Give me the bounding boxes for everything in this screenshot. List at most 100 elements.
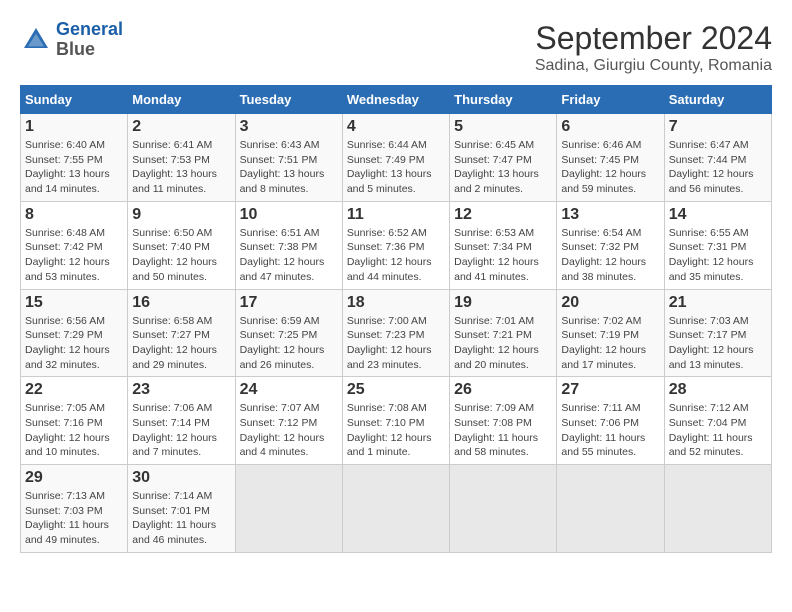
day-header-thursday: Thursday: [450, 86, 557, 114]
day-header-sunday: Sunday: [21, 86, 128, 114]
day-number: 15: [25, 294, 123, 312]
day-info: Sunrise: 7:06 AM Sunset: 7:14 PM Dayligh…: [132, 401, 230, 460]
calendar-week-row: 29 Sunrise: 7:13 AM Sunset: 7:03 PM Dayli…: [21, 465, 772, 553]
day-info: Sunrise: 6:47 AM Sunset: 7:44 PM Dayligh…: [669, 138, 767, 197]
calendar-cell: 20 Sunrise: 7:02 AM Sunset: 7:19 PM Dayli…: [557, 289, 664, 377]
day-info: Sunrise: 6:45 AM Sunset: 7:47 PM Dayligh…: [454, 138, 552, 197]
day-number: 5: [454, 118, 552, 136]
day-number: 12: [454, 206, 552, 224]
calendar-cell: 16 Sunrise: 6:58 AM Sunset: 7:27 PM Dayli…: [128, 289, 235, 377]
calendar-cell: 19Sunrise: 7:01 AM Sunset: 7:21 PM Dayli…: [450, 289, 557, 377]
day-number: 9: [132, 206, 230, 224]
calendar-week-row: 22 Sunrise: 7:05 AM Sunset: 7:16 PM Dayli…: [21, 377, 772, 465]
day-number: 3: [240, 118, 338, 136]
day-info: Sunrise: 6:48 AM Sunset: 7:42 PM Dayligh…: [25, 226, 123, 285]
day-number: 21: [669, 294, 767, 312]
day-number: 26: [454, 381, 552, 399]
day-info: Sunrise: 7:07 AM Sunset: 7:12 PM Dayligh…: [240, 401, 338, 460]
day-header-monday: Monday: [128, 86, 235, 114]
day-number: 6: [561, 118, 659, 136]
calendar-cell: 30 Sunrise: 7:14 AM Sunset: 7:01 PM Dayli…: [128, 465, 235, 553]
calendar-table: SundayMondayTuesdayWednesdayThursdayFrid…: [20, 85, 772, 553]
calendar-cell: 11Sunrise: 6:52 AM Sunset: 7:36 PM Dayli…: [342, 201, 449, 289]
day-number: 16: [132, 294, 230, 312]
day-number: 24: [240, 381, 338, 399]
calendar-cell: 10Sunrise: 6:51 AM Sunset: 7:38 PM Dayli…: [235, 201, 342, 289]
day-number: 22: [25, 381, 123, 399]
day-number: 27: [561, 381, 659, 399]
day-info: Sunrise: 6:50 AM Sunset: 7:40 PM Dayligh…: [132, 226, 230, 285]
day-number: 7: [669, 118, 767, 136]
day-info: Sunrise: 6:56 AM Sunset: 7:29 PM Dayligh…: [25, 314, 123, 373]
calendar-cell: 6 Sunrise: 6:46 AM Sunset: 7:45 PM Daylig…: [557, 114, 664, 202]
calendar-subtitle: Sadina, Giurgiu County, Romania: [535, 57, 772, 75]
day-info: Sunrise: 7:09 AM Sunset: 7:08 PM Dayligh…: [454, 401, 552, 460]
day-info: Sunrise: 6:41 AM Sunset: 7:53 PM Dayligh…: [132, 138, 230, 197]
day-number: 29: [25, 469, 123, 487]
day-number: 23: [132, 381, 230, 399]
calendar-cell: 9 Sunrise: 6:50 AM Sunset: 7:40 PM Daylig…: [128, 201, 235, 289]
day-info: Sunrise: 7:11 AM Sunset: 7:06 PM Dayligh…: [561, 401, 659, 460]
calendar-cell: 22 Sunrise: 7:05 AM Sunset: 7:16 PM Dayli…: [21, 377, 128, 465]
day-info: Sunrise: 6:52 AM Sunset: 7:36 PM Dayligh…: [347, 226, 445, 285]
calendar-cell: 21 Sunrise: 7:03 AM Sunset: 7:17 PM Dayli…: [664, 289, 771, 377]
day-info: Sunrise: 7:13 AM Sunset: 7:03 PM Dayligh…: [25, 489, 123, 548]
day-info: Sunrise: 7:02 AM Sunset: 7:19 PM Dayligh…: [561, 314, 659, 373]
calendar-title: September 2024: [535, 20, 772, 57]
calendar-cell: 18Sunrise: 7:00 AM Sunset: 7:23 PM Dayli…: [342, 289, 449, 377]
day-number: 17: [240, 294, 338, 312]
calendar-cell: 8 Sunrise: 6:48 AM Sunset: 7:42 PM Daylig…: [21, 201, 128, 289]
day-header-wednesday: Wednesday: [342, 86, 449, 114]
logo: GeneralBlue: [20, 20, 123, 60]
day-info: Sunrise: 7:00 AM Sunset: 7:23 PM Dayligh…: [347, 314, 445, 373]
day-number: 19: [454, 294, 552, 312]
calendar-week-row: 8 Sunrise: 6:48 AM Sunset: 7:42 PM Daylig…: [21, 201, 772, 289]
day-number: 28: [669, 381, 767, 399]
page-header: GeneralBlue September 2024 Sadina, Giurg…: [20, 20, 772, 75]
calendar-cell: 23 Sunrise: 7:06 AM Sunset: 7:14 PM Dayli…: [128, 377, 235, 465]
calendar-cell: 5 Sunrise: 6:45 AM Sunset: 7:47 PM Daylig…: [450, 114, 557, 202]
day-info: Sunrise: 6:46 AM Sunset: 7:45 PM Dayligh…: [561, 138, 659, 197]
day-header-friday: Friday: [557, 86, 664, 114]
day-info: Sunrise: 6:53 AM Sunset: 7:34 PM Dayligh…: [454, 226, 552, 285]
day-number: 30: [132, 469, 230, 487]
day-info: Sunrise: 6:54 AM Sunset: 7:32 PM Dayligh…: [561, 226, 659, 285]
calendar-cell: 29 Sunrise: 7:13 AM Sunset: 7:03 PM Dayli…: [21, 465, 128, 553]
logo-text: GeneralBlue: [56, 20, 123, 60]
calendar-cell: 4 Sunrise: 6:44 AM Sunset: 7:49 PM Daylig…: [342, 114, 449, 202]
day-number: 20: [561, 294, 659, 312]
calendar-cell: 17 Sunrise: 6:59 AM Sunset: 7:25 PM Dayli…: [235, 289, 342, 377]
calendar-cell: 13 Sunrise: 6:54 AM Sunset: 7:32 PM Dayli…: [557, 201, 664, 289]
day-number: 13: [561, 206, 659, 224]
calendar-cell: 7 Sunrise: 6:47 AM Sunset: 7:44 PM Daylig…: [664, 114, 771, 202]
calendar-cell: 27 Sunrise: 7:11 AM Sunset: 7:06 PM Dayli…: [557, 377, 664, 465]
day-info: Sunrise: 7:05 AM Sunset: 7:16 PM Dayligh…: [25, 401, 123, 460]
day-number: 10: [240, 206, 338, 224]
calendar-week-row: 15 Sunrise: 6:56 AM Sunset: 7:29 PM Dayli…: [21, 289, 772, 377]
calendar-cell: 24 Sunrise: 7:07 AM Sunset: 7:12 PM Dayli…: [235, 377, 342, 465]
day-info: Sunrise: 7:03 AM Sunset: 7:17 PM Dayligh…: [669, 314, 767, 373]
title-block: September 2024 Sadina, Giurgiu County, R…: [535, 20, 772, 75]
day-header-tuesday: Tuesday: [235, 86, 342, 114]
calendar-cell: [235, 465, 342, 553]
calendar-cell: [664, 465, 771, 553]
calendar-cell: 15 Sunrise: 6:56 AM Sunset: 7:29 PM Dayli…: [21, 289, 128, 377]
calendar-cell: [342, 465, 449, 553]
day-number: 14: [669, 206, 767, 224]
day-info: Sunrise: 7:12 AM Sunset: 7:04 PM Dayligh…: [669, 401, 767, 460]
calendar-week-row: 1 Sunrise: 6:40 AM Sunset: 7:55 PM Daylig…: [21, 114, 772, 202]
calendar-cell: 3Sunrise: 6:43 AM Sunset: 7:51 PM Daylig…: [235, 114, 342, 202]
calendar-cell: 14Sunrise: 6:55 AM Sunset: 7:31 PM Dayli…: [664, 201, 771, 289]
day-number: 25: [347, 381, 445, 399]
day-info: Sunrise: 7:14 AM Sunset: 7:01 PM Dayligh…: [132, 489, 230, 548]
calendar-cell: [450, 465, 557, 553]
calendar-cell: 28 Sunrise: 7:12 AM Sunset: 7:04 PM Dayli…: [664, 377, 771, 465]
day-number: 8: [25, 206, 123, 224]
day-info: Sunrise: 6:40 AM Sunset: 7:55 PM Dayligh…: [25, 138, 123, 197]
day-number: 1: [25, 118, 123, 136]
day-info: Sunrise: 6:44 AM Sunset: 7:49 PM Dayligh…: [347, 138, 445, 197]
day-info: Sunrise: 6:59 AM Sunset: 7:25 PM Dayligh…: [240, 314, 338, 373]
calendar-cell: 25Sunrise: 7:08 AM Sunset: 7:10 PM Dayli…: [342, 377, 449, 465]
day-number: 4: [347, 118, 445, 136]
day-info: Sunrise: 6:58 AM Sunset: 7:27 PM Dayligh…: [132, 314, 230, 373]
